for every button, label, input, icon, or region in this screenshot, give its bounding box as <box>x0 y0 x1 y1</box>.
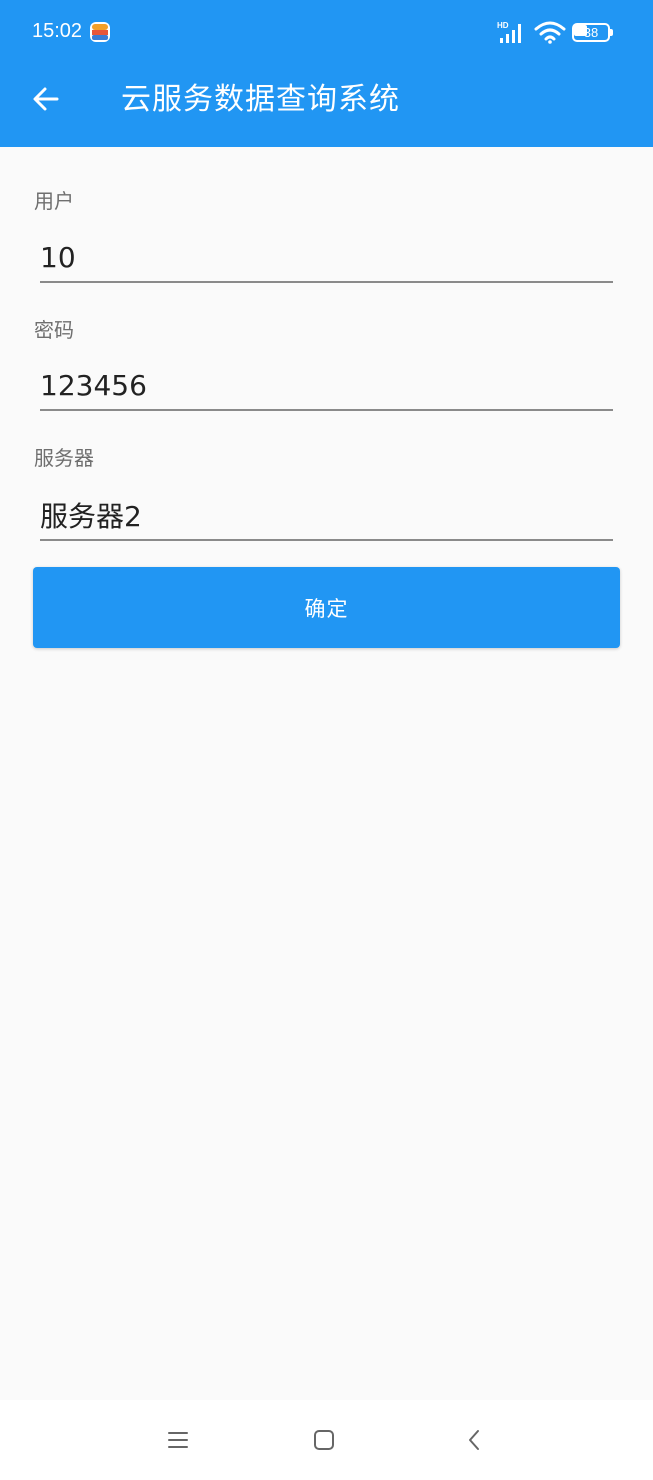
battery-indicator: 38 <box>572 23 614 42</box>
password-label: 密码 <box>34 318 74 342</box>
system-navigation-bar <box>0 1400 653 1480</box>
cellular-signal-icon: HD <box>497 21 521 43</box>
chevron-left-icon <box>469 1430 479 1450</box>
wifi-icon <box>534 21 566 44</box>
app-bar: 15:02 HD 38 云服务数据查询系统 <box>0 0 653 147</box>
server-label: 服务器 <box>34 446 94 470</box>
status-time: 15:02 <box>32 20 83 42</box>
recent-apps-button[interactable] <box>158 1422 198 1458</box>
app-notification-icon <box>90 22 110 42</box>
page-title: 云服务数据查询系统 <box>121 82 400 117</box>
user-label: 用户 <box>34 189 74 213</box>
battery-cap <box>610 29 613 36</box>
user-input[interactable] <box>40 239 613 283</box>
battery-level: 38 <box>583 25 599 40</box>
password-input[interactable] <box>40 367 613 411</box>
network-type-label: HD <box>497 21 509 30</box>
confirm-button[interactable]: 确定 <box>33 567 620 648</box>
status-bar: 15:02 HD 38 <box>0 0 653 66</box>
arrow-left-icon <box>33 87 59 111</box>
square-icon <box>314 1430 334 1450</box>
home-button[interactable] <box>304 1422 344 1458</box>
system-back-button[interactable] <box>454 1422 494 1458</box>
server-input[interactable] <box>40 497 613 541</box>
back-button[interactable] <box>22 75 70 123</box>
menu-icon <box>168 1432 188 1448</box>
